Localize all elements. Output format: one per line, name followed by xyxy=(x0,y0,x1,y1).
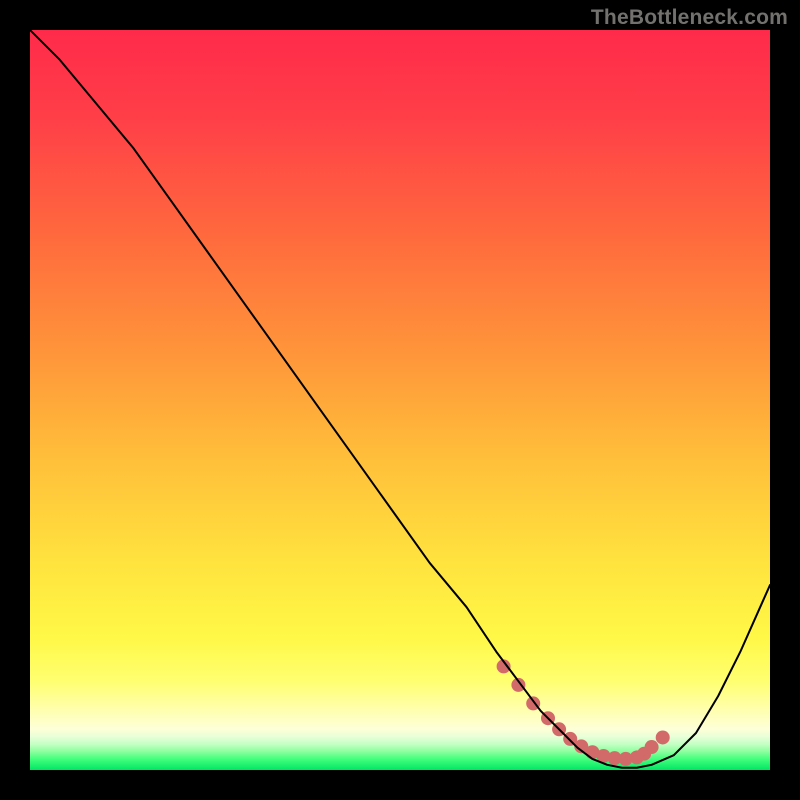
valley-dot xyxy=(656,730,670,744)
valley-dots xyxy=(497,659,670,766)
bottleneck-curve xyxy=(30,30,770,768)
curve-layer xyxy=(30,30,770,770)
plot-area xyxy=(30,30,770,770)
chart-frame: TheBottleneck.com xyxy=(0,0,800,800)
valley-dot xyxy=(645,740,659,754)
watermark-text: TheBottleneck.com xyxy=(591,6,788,30)
